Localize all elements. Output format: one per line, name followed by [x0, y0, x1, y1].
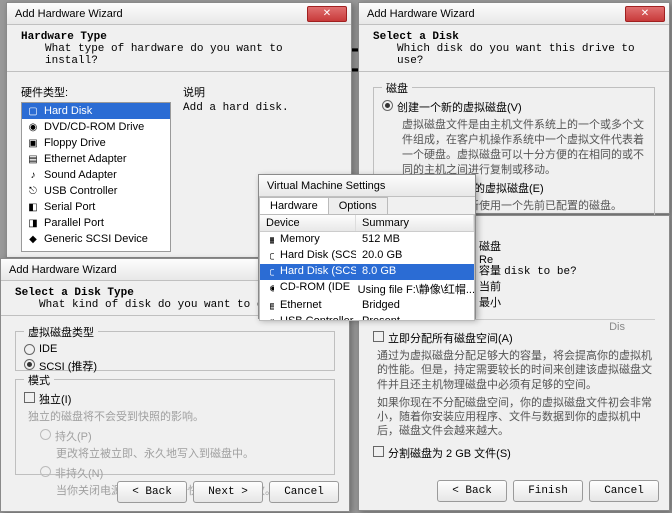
title: Virtual Machine Settings: [263, 180, 471, 192]
radio-ide[interactable]: IDE: [24, 343, 326, 355]
hardware-listbox[interactable]: ▢Hard Disk ◉DVD/CD-ROM Drive ▣Floppy Dri…: [21, 102, 171, 252]
col-summary: Summary: [356, 215, 474, 231]
title: Add Hardware Wizard: [11, 8, 307, 20]
radio-nonpersistent: 非持久(N): [24, 465, 326, 481]
floppy-icon: ▣: [26, 136, 40, 150]
desc-label: 说明: [183, 84, 337, 100]
subheading: What type of hardware do you want to ins…: [21, 43, 337, 67]
group-disk: 磁盘: [382, 80, 412, 96]
heading: Hardware Type: [21, 31, 337, 43]
next-button[interactable]: Next >: [193, 481, 263, 503]
table-row[interactable]: ▢Hard Disk (SCSI...8.0 GB: [260, 264, 474, 280]
group-mode: 模式: [24, 372, 54, 388]
usb-icon: ⎋: [26, 184, 40, 198]
desc-text: Add a hard disk.: [183, 102, 337, 114]
list-item-harddisk[interactable]: ▢Hard Disk: [22, 103, 170, 119]
scsi-icon: ◆: [26, 232, 40, 246]
list-item-serial[interactable]: ◧Serial Port: [22, 199, 170, 215]
hint-persistent: 更改将立被立即、永久地写入到磁盘中。: [24, 447, 326, 462]
radio-persistent: 持久(P): [24, 428, 326, 444]
list-item-floppy[interactable]: ▣Floppy Drive: [22, 135, 170, 151]
hint-independent: 独立的磁盘将不会受到快照的影响。: [24, 410, 326, 425]
list-item-usb[interactable]: ⎋USB Controller: [22, 183, 170, 199]
subheading: Which disk do you want this drive to use…: [373, 43, 655, 67]
memory-icon: ▦: [266, 233, 274, 247]
sound-icon: ♪: [26, 168, 40, 182]
harddisk-icon: ▢: [266, 249, 274, 263]
parallel-icon: ◨: [26, 216, 40, 230]
titlebar: Add Hardware Wizard ✕: [359, 3, 669, 25]
harddisk-icon: ▢: [266, 265, 274, 279]
harddisk-icon: ▢: [26, 104, 40, 118]
radio-create-new[interactable]: 创建一个新的虚拟磁盘(V): [382, 99, 646, 115]
hwtype-label: 硬件类型:: [21, 84, 171, 100]
group-disktype: 虚拟磁盘类型: [24, 324, 98, 340]
side-max: 最小: [479, 296, 577, 311]
cancel-button[interactable]: Cancel: [269, 481, 339, 503]
cancel-button[interactable]: Cancel: [589, 480, 659, 502]
list-item-ethernet[interactable]: ▤Ethernet Adapter: [22, 151, 170, 167]
close-button[interactable]: ✕: [307, 6, 347, 22]
dvd-icon: ◉: [26, 120, 40, 134]
vm-settings-window: Virtual Machine Settings Hardware Option…: [258, 174, 476, 319]
cdrom-icon: ◉: [266, 281, 274, 295]
back-button[interactable]: < Back: [117, 481, 187, 503]
hint-create-new: 虚拟磁盘文件是由主机文件系统上的一个或多个文件组成，在客户机操作系统中一个虚拟文…: [382, 118, 646, 177]
col-device: Device: [260, 215, 356, 231]
table-row[interactable]: ▤EthernetBridged: [260, 298, 474, 314]
finish-button[interactable]: Finish: [513, 480, 583, 502]
close-button[interactable]: ✕: [625, 6, 665, 22]
titlebar: Add Hardware Wizard ✕: [7, 3, 351, 25]
heading: Select a Disk: [373, 31, 655, 43]
hint-allocate: 通过为虚拟磁盘分配足够大的容量，将会提高你的虚拟机的性能。但是，持定需要较长的时…: [373, 349, 655, 392]
side-cur: 当前: [479, 280, 577, 295]
title: Add Hardware Wizard: [363, 8, 625, 20]
table-row[interactable]: ▦Memory512 MB: [260, 232, 474, 248]
tab-options[interactable]: Options: [328, 197, 388, 214]
list-item-scsi[interactable]: ◆Generic SCSI Device: [22, 231, 170, 247]
hint-allocate2: 如果你现在不分配磁盘空间，你的虚拟磁盘文件初会非常小，随着你安装应用程序、文件与…: [373, 396, 655, 439]
list-item-parallel[interactable]: ◨Parallel Port: [22, 215, 170, 231]
side-header: 磁盘: [479, 241, 501, 253]
ethernet-icon: ▤: [266, 299, 274, 313]
list-item-sound[interactable]: ♪Sound Adapter: [22, 167, 170, 183]
side-cap: 容量: [479, 265, 501, 277]
back-button[interactable]: < Back: [437, 480, 507, 502]
titlebar: Virtual Machine Settings: [259, 175, 475, 197]
table-row[interactable]: ◉CD-ROM (IDE 1:0)Using file F:\静像\红帽...: [260, 280, 474, 298]
table-row[interactable]: ⎋USB ControllerPresent: [260, 314, 474, 321]
table-row[interactable]: ▢Hard Disk (SCSI...20.0 GB: [260, 248, 474, 264]
tab-hardware[interactable]: Hardware: [259, 197, 329, 214]
checkbox-independent[interactable]: 独立(I): [24, 391, 326, 407]
ethernet-icon: ▤: [26, 152, 40, 166]
radio-scsi[interactable]: SCSI (推荐): [24, 358, 326, 374]
list-item-dvd[interactable]: ◉DVD/CD-ROM Drive: [22, 119, 170, 135]
usb-icon: ⎋: [266, 315, 274, 321]
serial-icon: ◧: [26, 200, 40, 214]
checkbox-split[interactable]: 分割磁盘为 2 GB 文件(S): [373, 445, 655, 461]
